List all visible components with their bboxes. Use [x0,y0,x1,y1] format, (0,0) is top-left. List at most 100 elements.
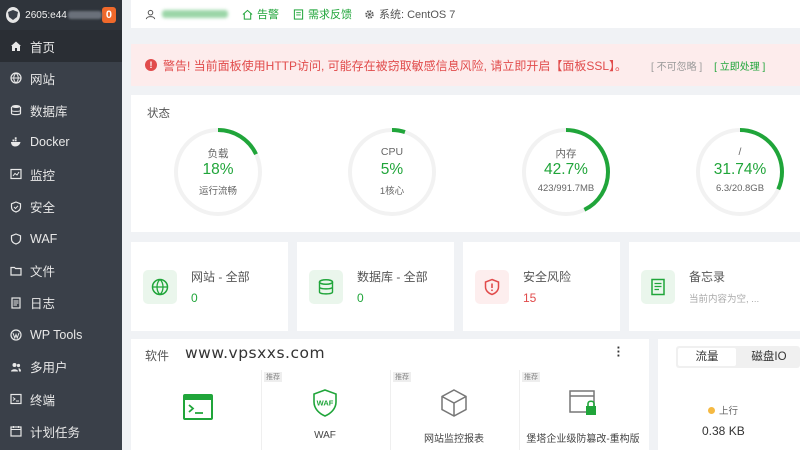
sidebar-item-label: 日志 [30,297,56,312]
alarm-house-icon [242,9,253,20]
current-user[interactable] [145,9,228,20]
wordpress-icon [10,329,22,341]
software-card-tamper[interactable]: 推荐 堡塔企业级防篡改-重构版 [520,370,646,450]
stat-value: 0 [191,291,198,305]
tab-traffic[interactable]: 流量 [678,348,736,366]
calendar-icon [10,425,22,437]
notification-badge[interactable]: 0 [101,7,116,23]
sidebar-item-cron[interactable]: 计划任务 [0,415,122,447]
waf-shield-icon [10,232,22,245]
monitor-icon [10,168,22,180]
sidebar-item-waf[interactable]: WAF [0,223,122,255]
globe-icon [143,269,177,304]
software-card[interactable] [135,370,261,450]
database-icon [10,104,22,116]
terminal-icon [10,393,22,405]
stat-card-databases[interactable]: 数据库 - 全部 0 [297,242,454,331]
stat-label: 数据库 - 全部 [357,270,428,284]
tab-disk-io[interactable]: 磁盘IO [738,346,800,368]
upload-dot-icon [708,406,715,414]
traffic-panel: 流量 磁盘IO 上行 0.38 KB [658,339,800,450]
sidebar-item-label: WP Tools [30,327,83,342]
users-icon [10,361,22,373]
sidebar-menu: 首页 网站 数据库 Docker 监控 安全 WAF 文件 日志 WP Tool… [0,30,122,447]
stat-card-security-risk[interactable]: 安全风险 15 [463,242,620,331]
sidebar-item-docker[interactable]: Docker [0,126,122,158]
gauge-load[interactable]: 负载 18% 运行流畅 [173,127,263,217]
stat-label: 安全风险 [523,270,572,284]
sidebar-item-label: 安全 [30,201,56,216]
sidebar-item-files[interactable]: 文件 [0,255,122,287]
sidebar-item-home[interactable]: 首页 [0,30,122,63]
top-bar: 告警 需求反馈 系统: CentOS 7 [131,0,800,28]
log-icon [10,297,22,309]
risk-shield-icon [475,269,509,304]
sidebar-item-logs[interactable]: 日志 [0,287,122,319]
sidebar-item-monitor[interactable]: 监控 [0,158,122,190]
software-name: WAF [314,430,336,441]
stat-value: 15 [523,291,537,305]
sidebar-item-terminal[interactable]: 终端 [0,383,122,415]
gauge-memory[interactable]: 内存 42.7% 423/991.7MB [521,127,611,217]
gauge-sub: 423/991.7MB [537,183,595,194]
stat-card-memo[interactable]: 备忘录 当前内容为空, ... [629,242,800,331]
tamper-lock-icon [568,388,598,418]
upload-legend: 上行 [708,403,738,417]
sidebar-item-website[interactable]: 网站 [0,62,122,94]
stat-card-websites[interactable]: 网站 - 全部 0 [131,242,288,331]
alarm-label: 告警 [257,9,279,21]
recommend-tag: 推荐 [393,372,411,382]
more-menu-icon[interactable]: · · · [617,341,621,362]
gauge-value: 42.7% [544,161,588,178]
gauge-value: 18% [202,161,234,178]
sidebar-item-security[interactable]: 安全 [0,190,122,222]
home-icon [10,40,22,52]
svg-text:WAF: WAF [317,399,334,408]
alarm-link[interactable]: 告警 [242,6,279,22]
cube-icon [439,388,469,418]
user-icon [145,9,156,19]
sidebar-item-label: 数据库 [30,104,68,119]
alert-fix-link[interactable]: [ 立即处理 ] [714,58,765,73]
recommend-tag: 推荐 [264,372,282,382]
sidebar-item-label: WAF [30,231,58,246]
software-card-waf[interactable]: 推荐 WAF WAF [262,370,388,450]
sidebar-item-wp-tools[interactable]: WP Tools [0,319,122,351]
sidebar-item-label: Docker [30,135,70,150]
software-panel: 软件 www.vpsxxs.com · · · 推荐 WAF WAF 推荐 网站监控… [131,339,649,450]
sidebar-item-multi-user[interactable]: 多用户 [0,351,122,383]
gauge-label: CPU [380,146,404,158]
shield-icon [10,200,22,213]
gauge-disk[interactable]: / 31.74% 6.3/20.8GB [695,127,785,217]
system-label: 系统: CentOS 7 [379,9,456,21]
sidebar-header: 2605:e44 0 [0,0,122,30]
sidebar: 2605:e44 0 首页 网站 数据库 Docker 监控 安全 WAF 文件… [0,0,122,450]
recommend-tag: 推荐 [522,372,540,382]
sidebar-item-label: 终端 [30,393,56,408]
software-title: 软件 [145,349,170,363]
upload-label: 上行 [719,406,739,417]
gauge-cpu[interactable]: CPU 5% 1核心 [347,127,437,217]
software-card-site-monitor[interactable]: 推荐 网站监控报表 [391,370,517,450]
traffic-tabs: 流量 磁盘IO [676,346,800,368]
database-icon [309,269,343,304]
sidebar-item-label: 计划任务 [30,425,81,440]
panel-logo-icon [6,7,21,23]
gauge-label: / [738,146,742,158]
gauge-sub: 运行流畅 [198,186,237,197]
docker-icon [10,136,22,148]
stat-value: 0 [357,291,364,305]
software-name: 网站监控报表 [424,434,484,445]
sidebar-item-label: 网站 [30,72,56,87]
alert-ignore: [ 不可忽略 ] [651,61,703,73]
sidebar-item-database[interactable]: 数据库 [0,94,122,126]
feedback-link[interactable]: 需求反馈 [293,6,352,22]
alert-message: 警告! 当前面板使用HTTP访问, 可能存在被窃取敏感信息风险, 请立即开启【面… [163,58,628,73]
stat-label: 备忘录 [689,270,726,284]
watermark-text: www.vpsxxs.com [185,344,326,362]
software-name: 堡塔企业级防篡改-重构版 [526,434,640,445]
sidebar-item-label: 监控 [30,168,56,183]
system-info: 系统: CentOS 7 [364,6,455,22]
upload-value: 0.38 KB [702,424,745,438]
warning-icon: ! [145,59,157,71]
